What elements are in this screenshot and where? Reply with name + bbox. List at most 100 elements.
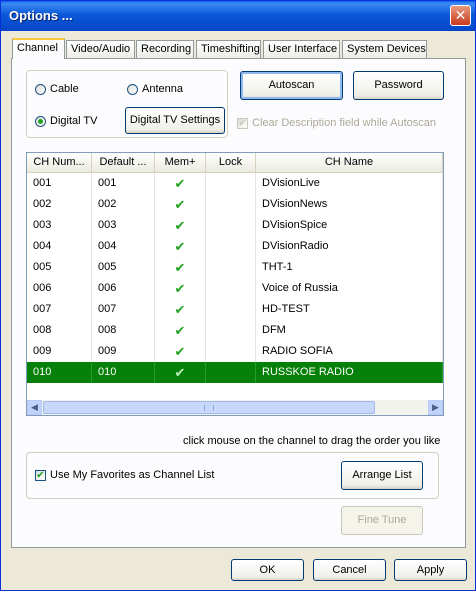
arrange-list-button[interactable]: Arrange List <box>341 461 423 490</box>
options-window: Options ... ✕ Channel Video/Audio Record… <box>0 0 476 591</box>
digital-tv-settings-button[interactable]: Digital TV Settings <box>125 107 225 134</box>
ch-name-cell: DVisionNews <box>256 194 443 215</box>
lock-cell <box>206 257 256 278</box>
tab-timeshifting[interactable]: Timeshifting <box>196 40 261 59</box>
mem-plus-check-icon: ✔ <box>155 299 206 320</box>
channel-row[interactable]: 008 008 ✔ DFM <box>27 320 443 341</box>
source-group: Cable Antenna Digital TV Digital TV Sett… <box>26 70 228 138</box>
title-bar[interactable]: Options ... ✕ <box>1 1 475 31</box>
tab-channel[interactable]: Channel <box>12 38 65 59</box>
clear-description-check-box: ✔ <box>237 117 248 129</box>
mem-plus-check-icon: ✔ <box>155 320 206 341</box>
close-button[interactable]: ✕ <box>450 5 471 26</box>
cable-radio-dot <box>35 83 46 95</box>
tab-recording[interactable]: Recording <box>136 40 194 59</box>
ch-name-cell: DVisionRadio <box>256 236 443 257</box>
lock-cell <box>206 173 256 194</box>
channel-row[interactable]: 003 003 ✔ DVisionSpice <box>27 215 443 236</box>
default-cell: 006 <box>92 278 155 299</box>
mem-plus-check-icon: ✔ <box>155 341 206 362</box>
lock-cell <box>206 341 256 362</box>
scroll-thumb-grip <box>204 405 214 411</box>
use-favorites-label: Use My Favorites as Channel List <box>50 469 215 481</box>
autoscan-button[interactable]: Autoscan <box>240 71 343 100</box>
fine-tune-button[interactable]: Fine Tune <box>341 506 423 535</box>
default-cell: 007 <box>92 299 155 320</box>
channel-row[interactable]: 002 002 ✔ DVisionNews <box>27 194 443 215</box>
scroll-right-button[interactable]: ▶ <box>428 400 443 415</box>
lock-cell <box>206 320 256 341</box>
ch-num-cell: 008 <box>27 320 92 341</box>
mem-plus-check-icon: ✔ <box>155 362 206 383</box>
channel-list[interactable]: CH Num... Default ... Mem+ Lock CH Name … <box>26 152 444 416</box>
scroll-left-button[interactable]: ◀ <box>27 400 42 415</box>
default-cell: 008 <box>92 320 155 341</box>
mem-plus-check-icon: ✔ <box>155 215 206 236</box>
lock-cell <box>206 299 256 320</box>
use-favorites-checkbox[interactable]: ✔ Use My Favorites as Channel List <box>35 469 214 481</box>
horizontal-scrollbar[interactable]: ◀ ▶ <box>27 400 443 415</box>
lock-cell <box>206 362 256 383</box>
digital-tv-radio-dot <box>35 115 46 127</box>
ch-name-cell: DFM <box>256 320 443 341</box>
ch-num-cell: 004 <box>27 236 92 257</box>
ch-num-cell: 010 <box>27 362 92 383</box>
channel-row[interactable]: 007 007 ✔ HD-TEST <box>27 299 443 320</box>
channel-row[interactable]: 005 005 ✔ THT-1 <box>27 257 443 278</box>
column-mem-plus[interactable]: Mem+ <box>155 153 206 172</box>
tab-user-interface[interactable]: User Interface <box>263 40 340 59</box>
lock-cell <box>206 194 256 215</box>
clear-description-label: Clear Description field while Autoscan <box>252 117 437 129</box>
channel-list-header: CH Num... Default ... Mem+ Lock CH Name <box>27 153 443 173</box>
antenna-label: Antenna <box>142 83 183 95</box>
apply-button[interactable]: Apply <box>394 559 467 581</box>
default-cell: 009 <box>92 341 155 362</box>
scroll-thumb[interactable] <box>43 401 375 414</box>
channel-row[interactable]: 004 004 ✔ DVisionRadio <box>27 236 443 257</box>
ch-name-cell: HD-TEST <box>256 299 443 320</box>
ch-num-cell: 003 <box>27 215 92 236</box>
cancel-button[interactable]: Cancel <box>313 559 386 581</box>
ch-num-cell: 001 <box>27 173 92 194</box>
mem-plus-check-icon: ✔ <box>155 257 206 278</box>
ok-button[interactable]: OK <box>231 559 304 581</box>
digital-tv-radio[interactable]: Digital TV <box>35 115 97 127</box>
default-cell: 003 <box>92 215 155 236</box>
default-cell: 005 <box>92 257 155 278</box>
lock-cell <box>206 215 256 236</box>
column-default[interactable]: Default ... <box>92 153 155 172</box>
favorites-group: ✔ Use My Favorites as Channel List Arran… <box>26 452 439 499</box>
mem-plus-check-icon: ✔ <box>155 278 206 299</box>
default-cell: 004 <box>92 236 155 257</box>
password-button[interactable]: Password <box>353 71 444 100</box>
ch-num-cell: 002 <box>27 194 92 215</box>
channel-row[interactable]: 010 010 ✔ RUSSKOE RADIO <box>27 362 443 383</box>
mem-plus-check-icon: ✔ <box>155 236 206 257</box>
cable-label: Cable <box>50 83 79 95</box>
default-cell: 002 <box>92 194 155 215</box>
tab-system-devices[interactable]: System Devices <box>342 40 427 59</box>
mem-plus-check-icon: ✔ <box>155 194 206 215</box>
ch-name-cell: Voice of Russia <box>256 278 443 299</box>
lock-cell <box>206 236 256 257</box>
column-lock[interactable]: Lock <box>206 153 256 172</box>
ch-name-cell: DVisionLive <box>256 173 443 194</box>
channel-row[interactable]: 006 006 ✔ Voice of Russia <box>27 278 443 299</box>
default-cell: 010 <box>92 362 155 383</box>
use-favorites-check-box: ✔ <box>35 469 46 481</box>
ch-name-cell: DVisionSpice <box>256 215 443 236</box>
tab-video-audio[interactable]: Video/Audio <box>66 40 135 59</box>
cable-radio[interactable]: Cable <box>35 83 79 95</box>
ch-name-cell: THT-1 <box>256 257 443 278</box>
channel-row[interactable]: 001 001 ✔ DVisionLive <box>27 173 443 194</box>
column-ch-num[interactable]: CH Num... <box>27 153 92 172</box>
drag-order-hint: click mouse on the channel to drag the o… <box>183 435 441 447</box>
default-cell: 001 <box>92 173 155 194</box>
ch-num-cell: 009 <box>27 341 92 362</box>
antenna-radio[interactable]: Antenna <box>127 83 183 95</box>
channel-row[interactable]: 009 009 ✔ RADIO SOFIA <box>27 341 443 362</box>
ch-num-cell: 006 <box>27 278 92 299</box>
clear-description-checkbox[interactable]: ✔ Clear Description field while Autoscan <box>237 117 436 129</box>
mem-plus-check-icon: ✔ <box>155 173 206 194</box>
column-ch-name[interactable]: CH Name <box>256 153 443 172</box>
